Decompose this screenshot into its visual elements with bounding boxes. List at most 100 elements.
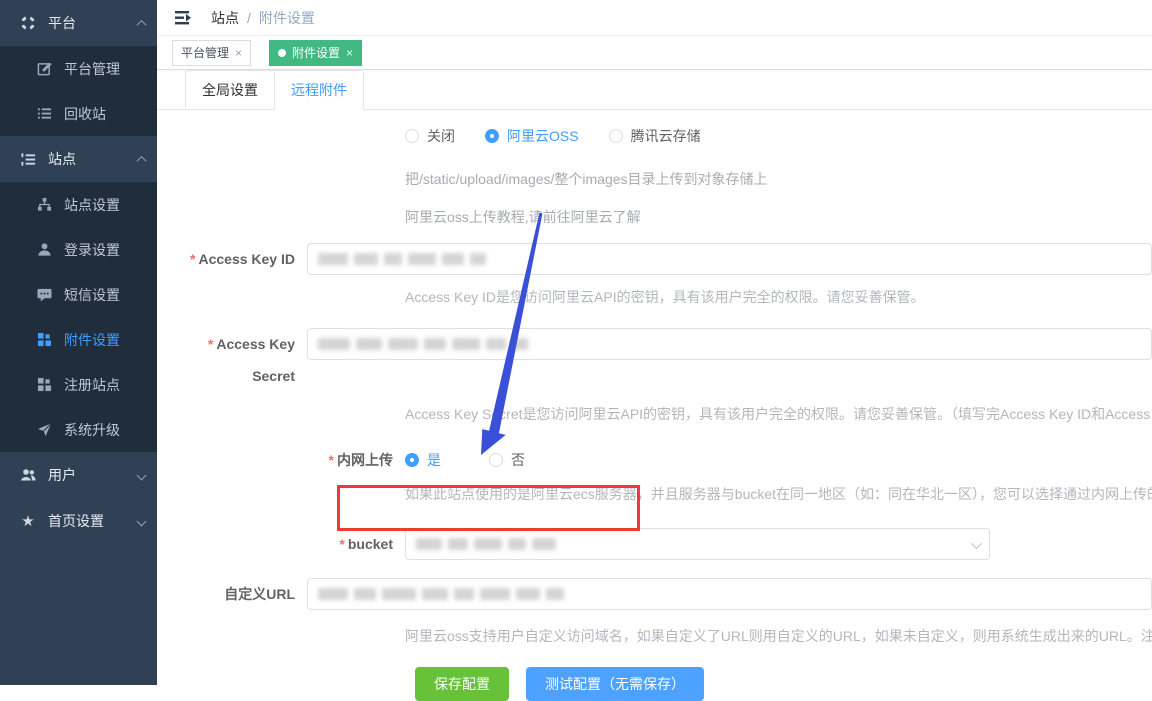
- chevron-up-icon: [137, 155, 147, 165]
- sidebar-item-attachment-settings[interactable]: 附件设置: [0, 317, 157, 362]
- platform-submenu: 平台管理 回收站: [0, 46, 157, 136]
- sidebar-item-label: 站点: [48, 149, 138, 169]
- radio-yes[interactable]: 是: [405, 450, 441, 470]
- custom-url-label: 自定义URL: [185, 578, 307, 610]
- sidebar-item-label: 首页设置: [48, 511, 138, 531]
- sidebar-item-label: 系统升级: [64, 420, 145, 440]
- masked-value: [318, 588, 564, 600]
- test-config-button[interactable]: 测试配置（无需保存）: [526, 667, 704, 701]
- storage-type-radio-group: 关闭 阿里云OSS 腾讯云存储: [405, 126, 1152, 146]
- sidebar-item-recycle[interactable]: 回收站: [0, 91, 157, 136]
- chevron-down-icon: [137, 470, 147, 480]
- sidebar-item-platform-manage[interactable]: 平台管理: [0, 46, 157, 91]
- user-icon: [36, 242, 52, 258]
- tag-attachment-settings[interactable]: 附件设置 ×: [269, 40, 362, 66]
- sidebar-item-label: 回收站: [64, 104, 145, 124]
- sidebar-item-register-site[interactable]: 注册站点: [0, 362, 157, 407]
- radio-icon: [405, 129, 419, 143]
- upload-path-note: 把/static/upload/images/整个images目录上传到对象存储…: [405, 170, 1152, 188]
- menu-list-icon: [20, 151, 36, 167]
- radio-close[interactable]: 关闭: [405, 126, 455, 146]
- masked-value: [318, 253, 486, 265]
- bucket-label: *bucket: [185, 528, 405, 560]
- radio-no[interactable]: 否: [489, 450, 525, 470]
- component-icon: [20, 15, 36, 31]
- message-icon: [36, 287, 52, 303]
- radio-label: 是: [427, 450, 441, 470]
- send-icon: [36, 422, 52, 438]
- radio-tencent-cos[interactable]: 腾讯云存储: [609, 126, 701, 146]
- main-area: 站点 / 附件设置 平台管理 × 附件设置 × 全局设置 远程附件: [157, 0, 1152, 685]
- sidebar-item-site-settings[interactable]: 站点设置: [0, 182, 157, 227]
- sidebar-item-label: 登录设置: [64, 240, 145, 260]
- sidebar-item-label: 平台管理: [64, 59, 145, 79]
- tags-view-bar: 平台管理 × 附件设置 ×: [157, 36, 1152, 70]
- sidebar-item-label: 注册站点: [64, 375, 145, 395]
- breadcrumb-site[interactable]: 站点: [211, 8, 239, 28]
- list-icon: [36, 106, 52, 122]
- grid-icon: [36, 332, 52, 348]
- tab-global-settings[interactable]: 全局设置: [186, 71, 274, 110]
- radio-label: 关闭: [427, 126, 455, 146]
- tabs-header: 全局设置 远程附件: [157, 70, 1152, 110]
- tag-label: 平台管理: [181, 44, 229, 61]
- sidebar-item-homepage-settings[interactable]: ★ 首页设置: [0, 498, 157, 544]
- sidebar-item-users[interactable]: 用户: [0, 452, 157, 498]
- navbar: 站点 / 附件设置: [157, 0, 1152, 36]
- masked-value: [318, 338, 528, 350]
- edit-icon: [36, 61, 52, 77]
- sidebar: 平台 平台管理 回收站 站点 站点设置: [0, 0, 157, 685]
- tag-label: 附件设置: [292, 44, 340, 61]
- sidebar-item-label: 站点设置: [64, 195, 145, 215]
- people-icon: [20, 467, 36, 483]
- access-key-id-label: *Access Key ID: [185, 243, 307, 275]
- sitemap-icon: [36, 197, 52, 213]
- active-dot-icon: [278, 49, 286, 57]
- access-key-secret-input[interactable]: [307, 328, 1152, 360]
- radio-icon: [489, 453, 503, 467]
- tag-platform-manage[interactable]: 平台管理 ×: [172, 40, 251, 66]
- close-icon[interactable]: ×: [346, 46, 353, 60]
- site-submenu: 站点设置 登录设置 短信设置 附件设置 注册站点: [0, 182, 157, 452]
- bucket-select[interactable]: [405, 528, 990, 560]
- radio-icon: [405, 453, 419, 467]
- star-icon: ★: [20, 513, 36, 529]
- oss-tutorial-note: 阿里云oss上传教程,请前往阿里云了解: [405, 208, 1152, 226]
- intranet-upload-help: 如果此站点使用的是阿里云ecs服务器，并且服务器与bucket在同一地区（如：同…: [405, 484, 1152, 504]
- chevron-down-icon: [137, 516, 147, 526]
- tab-remote-attachment[interactable]: 远程附件: [274, 71, 363, 111]
- radio-aliyun-oss[interactable]: 阿里云OSS: [485, 126, 579, 146]
- sidebar-item-label: 用户: [48, 465, 138, 485]
- sidebar-item-sms-settings[interactable]: 短信设置: [0, 272, 157, 317]
- radio-icon: [485, 129, 499, 143]
- intranet-upload-label: *内网上传: [185, 450, 405, 470]
- remote-attachment-panel: 关闭 阿里云OSS 腾讯云存储 把/static/upload/images/整…: [157, 126, 1152, 701]
- radio-label: 否: [511, 450, 525, 470]
- close-icon[interactable]: ×: [235, 46, 242, 60]
- breadcrumb-attachment-settings: 附件设置: [259, 8, 315, 28]
- radio-label: 腾讯云存储: [631, 126, 701, 146]
- custom-url-input[interactable]: [307, 578, 1152, 610]
- sidebar-item-label: 短信设置: [64, 285, 145, 305]
- radio-label: 阿里云OSS: [507, 126, 579, 146]
- breadcrumb-separator: /: [247, 10, 251, 26]
- access-key-secret-label: *Access Key Secret: [185, 328, 307, 392]
- access-key-id-help: Access Key ID是您访问阿里云API的密钥，具有该用户完全的权限。请您…: [405, 287, 1152, 307]
- radio-icon: [609, 129, 623, 143]
- chevron-down-icon: [971, 538, 982, 549]
- sidebar-item-login-settings[interactable]: 登录设置: [0, 227, 157, 272]
- access-key-id-input[interactable]: [307, 243, 1152, 275]
- access-key-secret-help: Access Key Secret是您访问阿里云API的密钥，具有该用户完全的权…: [405, 404, 1152, 424]
- save-config-button[interactable]: 保存配置: [415, 667, 509, 701]
- custom-url-help: 阿里云oss支持用户自定义访问域名，如果自定义了URL则用自定义的URL，如果未…: [405, 626, 1152, 646]
- intranet-upload-radio-group: 是 否: [405, 450, 1152, 470]
- grid-icon: [36, 377, 52, 393]
- hamburger-icon[interactable]: [173, 9, 193, 27]
- masked-value: [416, 538, 556, 550]
- chevron-up-icon: [137, 19, 147, 29]
- sidebar-item-system-upgrade[interactable]: 系统升级: [0, 407, 157, 452]
- sidebar-item-site[interactable]: 站点: [0, 136, 157, 182]
- sidebar-item-label: 附件设置: [64, 330, 145, 350]
- sidebar-item-label: 平台: [48, 13, 138, 33]
- sidebar-item-platform[interactable]: 平台: [0, 0, 157, 46]
